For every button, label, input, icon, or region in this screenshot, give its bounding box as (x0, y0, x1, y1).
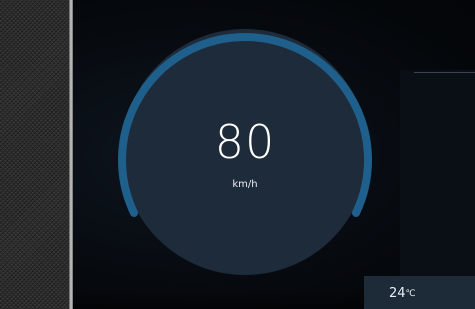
speed-value: 80 (214, 115, 276, 169)
temperature-unit: ℃ (405, 289, 416, 299)
climate-panel[interactable] (364, 276, 475, 309)
bottom-shadow (73, 290, 373, 309)
speed-unit-label: km/h (232, 179, 258, 190)
temperature-value: 24 (389, 286, 406, 301)
car-infotainment-screen: 80 km/h 24℃ (0, 0, 475, 309)
temperature-readout[interactable]: 24℃ (389, 286, 416, 302)
